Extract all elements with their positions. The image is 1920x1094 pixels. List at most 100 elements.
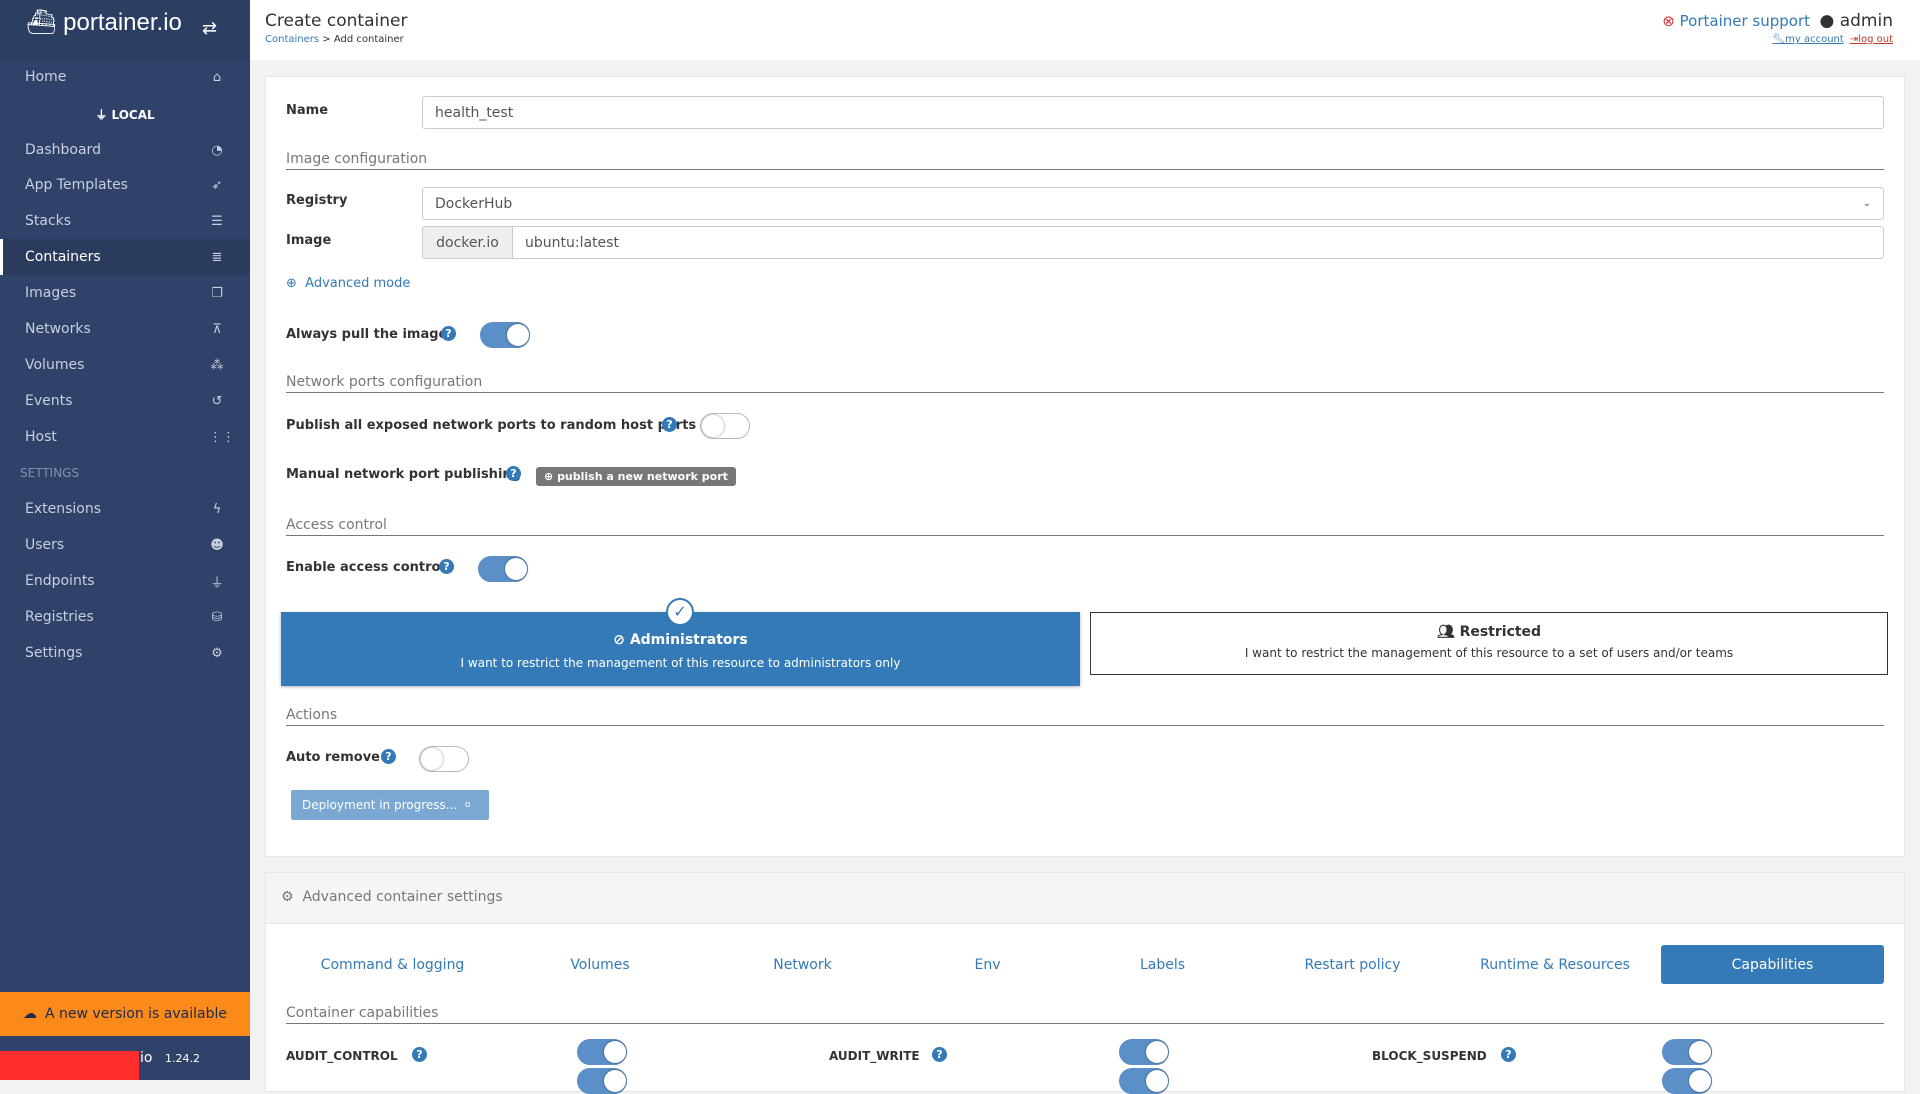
clone-icon: ❐: [211, 285, 223, 301]
help-icon[interactable]: ?: [412, 1047, 427, 1062]
sidebar-item-networks[interactable]: Networks ⊼: [0, 311, 250, 347]
tab-command-logging[interactable]: Command & logging: [300, 945, 485, 984]
endpoint-label: ⏚ LOCAL: [95, 108, 155, 122]
sidebar: ⛴ portainer.io ⇄ Home ⌂ ⏚ LOCAL Dashboard…: [0, 0, 250, 1080]
capability-label: AUDIT_WRITE: [829, 1049, 920, 1063]
sidebar-item-images[interactable]: Images ❐: [0, 275, 250, 311]
registry-label: Registry: [286, 193, 348, 208]
access-control-toggle[interactable]: [478, 556, 528, 582]
network-ports-heading: Network ports configuration: [286, 374, 1884, 393]
page-title: Create container: [265, 11, 408, 31]
capability-toggle[interactable]: [1662, 1039, 1712, 1065]
toggle-sidebar-icon[interactable]: ⇄: [202, 18, 217, 39]
my-account-link[interactable]: 🔧︎my account: [1772, 34, 1843, 45]
deploy-button[interactable]: Deployment in progress... o: [291, 790, 489, 820]
always-pull-toggle[interactable]: [480, 322, 530, 348]
log-out-link[interactable]: ⇥log out: [1850, 34, 1893, 45]
name-label: Name: [286, 103, 329, 118]
support-link[interactable]: ⊗ Portainer support: [1662, 12, 1810, 30]
portainer-logo[interactable]: ⛴ portainer.io: [26, 8, 182, 37]
tab-network[interactable]: Network: [720, 945, 885, 984]
cubes-icon: ⁂: [210, 357, 224, 373]
sidebar-item-host[interactable]: Host ⋮⋮: [0, 419, 250, 455]
cog-icon: ⚙: [281, 889, 294, 905]
advanced-mode-link[interactable]: ⊕ Advanced mode: [286, 276, 410, 291]
registry-select[interactable]: DockerHub ⌄: [422, 187, 1884, 220]
tab-restart-policy[interactable]: Restart policy: [1255, 945, 1450, 984]
always-pull-label: Always pull the image: [286, 327, 448, 342]
sidebar-item-extensions[interactable]: Extensions ϟ: [0, 491, 250, 527]
sign-out-icon: ⇥: [1849, 34, 1859, 45]
spinner-icon: o: [464, 800, 471, 810]
th-list-icon: ☰: [211, 213, 223, 229]
capability-toggle[interactable]: [577, 1039, 627, 1065]
image-registry-prefix: docker.io: [422, 226, 513, 259]
users-icon: ☻: [210, 537, 224, 553]
life-ring-icon: ⊗: [1662, 12, 1675, 30]
sidebar-item-events[interactable]: Events ↺: [0, 383, 250, 419]
help-icon[interactable]: ?: [506, 466, 521, 481]
wrench-icon: 🔧︎: [1772, 34, 1786, 45]
name-input[interactable]: health_test: [422, 96, 1884, 129]
capability-toggle[interactable]: [1119, 1068, 1169, 1094]
check-circle-icon: ✓: [666, 598, 694, 626]
plug-icon: ⏚: [95, 108, 108, 122]
image-input[interactable]: ubuntu:latest: [512, 226, 1884, 259]
capability-toggle[interactable]: [1119, 1039, 1169, 1065]
image-label: Image: [286, 233, 332, 248]
breadcrumb-containers[interactable]: Containers: [265, 34, 319, 45]
help-icon[interactable]: ?: [441, 326, 456, 341]
tab-volumes[interactable]: Volumes: [520, 945, 680, 984]
redaction-box: [0, 1051, 139, 1080]
logo-crane-icon: ⛴: [26, 9, 57, 36]
help-icon[interactable]: ?: [1501, 1047, 1516, 1062]
eye-slash-icon: ⊘: [613, 632, 625, 648]
version: 1.24.2: [165, 1052, 200, 1065]
globe-icon: ⊕: [286, 276, 297, 291]
breadcrumb: Containers > Add container: [265, 34, 404, 45]
help-icon[interactable]: ?: [932, 1047, 947, 1062]
server-icon: ≣: [211, 249, 223, 265]
cloud-download-icon: ☁: [23, 1006, 38, 1022]
sidebar-item-stacks[interactable]: Stacks ☰: [0, 203, 250, 239]
sidebar-item-home[interactable]: Home ⌂: [0, 59, 250, 95]
bolt-icon: ϟ: [212, 501, 222, 517]
access-option-restricted[interactable]: 👥︎ Restricted I want to restrict the man…: [1090, 612, 1888, 675]
sidebar-item-registries[interactable]: Registries ⛁: [0, 599, 250, 635]
publish-all-toggle[interactable]: [700, 413, 750, 439]
advanced-settings-header: [266, 873, 1904, 924]
tab-env[interactable]: Env: [900, 945, 1075, 984]
help-icon[interactable]: ?: [662, 417, 677, 432]
tab-runtime-resources[interactable]: Runtime & Resources: [1460, 945, 1650, 984]
user-circle-icon: ●: [1819, 11, 1835, 31]
sidebar-item-users[interactable]: Users ☻: [0, 527, 250, 563]
publish-all-label: Publish all exposed network ports to ran…: [286, 418, 697, 433]
database-icon: ⛁: [211, 609, 223, 625]
capability-toggle[interactable]: [577, 1068, 627, 1094]
cogs-icon: ⚙: [211, 645, 223, 661]
sidebar-item-volumes[interactable]: Volumes ⁂: [0, 347, 250, 383]
tab-capabilities[interactable]: Capabilities: [1661, 945, 1884, 984]
sidebar-item-settings[interactable]: Settings ⚙: [0, 635, 250, 671]
help-icon[interactable]: ?: [381, 749, 396, 764]
sidebar-item-dashboard[interactable]: Dashboard ◔: [0, 132, 250, 168]
auto-remove-toggle[interactable]: [419, 746, 469, 772]
users-icon: 👥︎: [1436, 624, 1455, 640]
sidebar-item-endpoints[interactable]: Endpoints ⏚: [0, 563, 250, 599]
capability-toggle[interactable]: [1662, 1068, 1712, 1094]
publish-port-button[interactable]: ⊕ publish a new network port: [536, 467, 736, 486]
sidebar-item-app-templates[interactable]: App Templates ➶: [0, 167, 250, 203]
image-config-heading: Image configuration: [286, 151, 1884, 170]
update-banner[interactable]: ☁ A new version is available: [0, 992, 250, 1036]
tab-labels[interactable]: Labels: [1075, 945, 1250, 984]
access-control-heading: Access control: [286, 517, 1884, 536]
plug-icon: ⏚: [210, 575, 224, 591]
help-icon[interactable]: ?: [439, 559, 454, 574]
user-name: ● admin: [1819, 11, 1893, 31]
history-icon: ↺: [211, 393, 223, 409]
sidebar-item-containers[interactable]: Containers ≣: [0, 239, 250, 275]
capabilities-heading: Container capabilities: [286, 1005, 1884, 1024]
rocket-icon: ➶: [211, 177, 223, 193]
capability-label: AUDIT_CONTROL: [286, 1049, 398, 1063]
advanced-settings-title: ⚙ Advanced container settings: [281, 889, 503, 905]
